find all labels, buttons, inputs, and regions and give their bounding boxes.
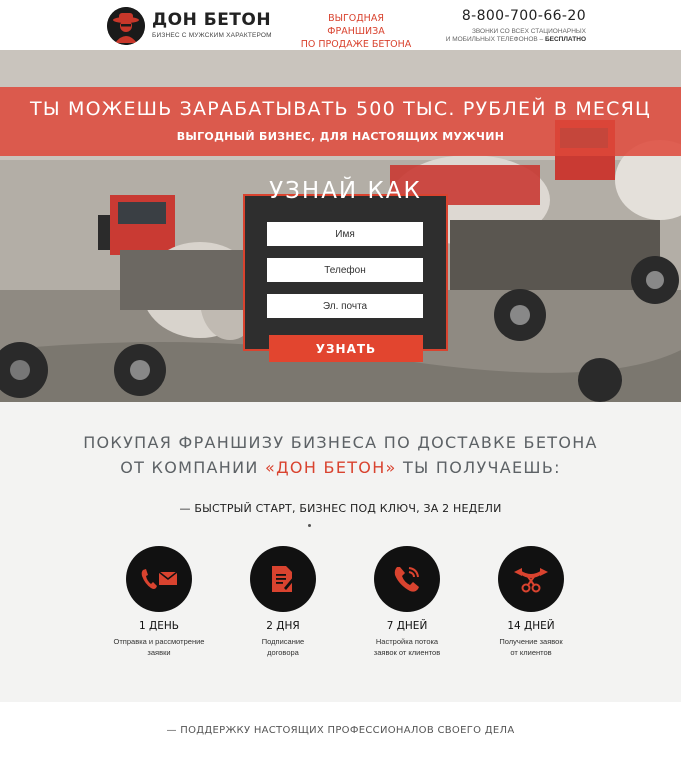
submit-button[interactable]: УЗНАТЬ (269, 335, 423, 362)
document-sign-icon (250, 546, 316, 612)
brand: ДОН БЕТОН БИЗНЕС С МУЖСКИМ ХАРАКТЕРОМ (152, 10, 272, 39)
phone-note-line-2: И МОБИЛЬНЫХ ТЕЛЕФОНОВ – БЕСПЛАТНО (446, 36, 586, 44)
heading-suffix: ТЫ ПОЛУЧАЕШЬ: (396, 458, 561, 477)
brand-name: ДОН БЕТОН (152, 10, 272, 30)
support-text: — ПОДДЕРЖКУ НАСТОЯЩИХ ПРОФЕССИОНАЛОВ СВО… (166, 725, 515, 736)
name-input[interactable] (267, 222, 423, 246)
phone-number[interactable]: 8-800-700-66-20 (446, 8, 586, 24)
benefits-section: ПОКУПАЯ ФРАНШИЗУ БИЗНЕСА ПО ДОСТАВКЕ БЕТ… (0, 402, 681, 702)
step-days: 14 ДНЕЙ (507, 620, 555, 632)
step-item: 14 ДНЕЙ Получение заявок от клиентов (481, 546, 581, 658)
form-title: УЗНАЙ КАК (269, 178, 422, 204)
ribbon-scissors-icon (498, 546, 564, 612)
step-days: 1 ДЕНЬ (139, 620, 179, 632)
phone-note-line-2-text: И МОБИЛЬНЫХ ТЕЛЕФОНОВ – (445, 36, 544, 43)
step-desc-line: заявки (147, 648, 171, 657)
promo-text: ВЫГОДНАЯ ФРАНШИЗА ПО ПРОДАЖЕ БЕТОНА (300, 12, 412, 51)
divider-dot (308, 524, 311, 527)
step-days: 7 ДНЕЙ (386, 620, 428, 632)
hero-title: ТЫ МОЖЕШЬ ЗАРАБАТЫВАТЬ 500 ТЫС. РУБЛЕЙ В… (30, 98, 651, 120)
logo-icon[interactable] (107, 7, 145, 45)
phone-mail-icon (126, 546, 192, 612)
phone-note: ЗВОНКИ СО ВСЕХ СТАЦИОНАРНЫХ И МОБИЛЬНЫХ … (446, 28, 586, 44)
step-desc-line: Настройка потока (375, 637, 439, 646)
site-header: ДОН БЕТОН БИЗНЕС С МУЖСКИМ ХАРАКТЕРОМ ВЫ… (0, 0, 681, 50)
phone-note-free: БЕСПЛАТНО (544, 36, 586, 43)
next-section: — ПОДДЕРЖКУ НАСТОЯЩИХ ПРОФЕССИОНАЛОВ СВО… (0, 702, 681, 783)
benefits-heading-line-1: ПОКУПАЯ ФРАНШИЗУ БИЗНЕСА ПО ДОСТАВКЕ БЕТ… (83, 433, 598, 452)
heading-prefix: ОТ КОМПАНИИ (120, 458, 266, 477)
step-item: 2 ДНЯ Подписание договора (233, 546, 333, 658)
benefits-subheading: — БЫСТРЫЙ СТАРТ, БИЗНЕС ПОД КЛЮЧ, ЗА 2 Н… (179, 502, 502, 515)
step-desc: Получение заявок от клиентов (481, 636, 581, 658)
phone-input[interactable] (267, 258, 423, 282)
step-item: 1 ДЕНЬ Отправка и рассмотрение заявки (109, 546, 209, 658)
benefits-heading: ПОКУПАЯ ФРАНШИЗУ БИЗНЕСА ПО ДОСТАВКЕ БЕТ… (0, 430, 681, 480)
step-desc-line: заявок от клиентов (373, 648, 441, 657)
step-desc-line: Отправка и рассмотрение (113, 637, 205, 646)
step-desc: Настройка потока заявок от клиентов (357, 636, 457, 658)
company-name: «ДОН БЕТОН» (265, 458, 397, 477)
promo-line-1: ВЫГОДНАЯ ФРАНШИЗА (327, 13, 385, 37)
contact-block: 8-800-700-66-20 ЗВОНКИ СО ВСЕХ СТАЦИОНАР… (446, 8, 586, 44)
hero-subtitle: ВЫГОДНЫЙ БИЗНЕС, ДЛЯ НАСТОЯЩИХ МУЖЧИН (176, 130, 505, 143)
step-item: 7 ДНЕЙ Настройка потока заявок от клиент… (357, 546, 457, 658)
step-desc: Подписание договора (233, 636, 333, 658)
fade-overlay (0, 738, 681, 783)
phone-note-line-1: ЗВОНКИ СО ВСЕХ СТАЦИОНАРНЫХ (471, 28, 586, 35)
hero-section: ТЫ МОЖЕШЬ ЗАРАБАТЫВАТЬ 500 ТЫС. РУБЛЕЙ В… (0, 50, 681, 402)
phone-call-icon (374, 546, 440, 612)
step-desc: Отправка и рассмотрение заявки (109, 636, 209, 658)
step-days: 2 ДНЯ (266, 620, 300, 632)
step-desc-line: договора (267, 648, 299, 657)
brand-tagline: БИЗНЕС С МУЖСКИМ ХАРАКТЕРОМ (152, 32, 272, 39)
email-input[interactable] (267, 294, 423, 318)
step-desc-line: Подписание (261, 637, 305, 646)
benefits-heading-line-2: ОТ КОМПАНИИ «ДОН БЕТОН» ТЫ ПОЛУЧАЕШЬ: (0, 455, 681, 480)
step-desc-line: Получение заявок (499, 637, 563, 646)
step-desc-line: от клиентов (510, 648, 552, 657)
